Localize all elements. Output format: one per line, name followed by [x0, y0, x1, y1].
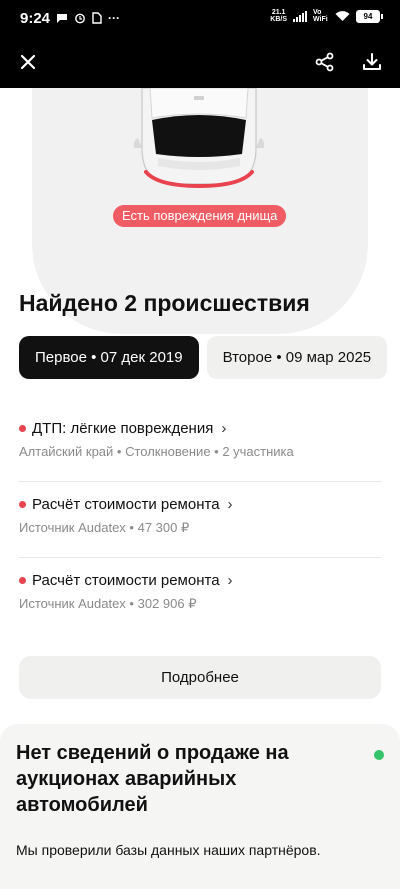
close-icon — [20, 54, 36, 70]
vowifi-label: Vo WiFi — [313, 9, 328, 23]
close-button[interactable] — [14, 48, 42, 76]
share-icon — [315, 52, 334, 72]
tab-date: 09 мар 2025 — [285, 349, 372, 366]
notification-icons: ··· — [56, 11, 120, 25]
tab-date: 07 дек 2019 — [100, 349, 183, 366]
share-button[interactable] — [311, 48, 339, 76]
auction-card-title: Нет сведений о продаже на аукционах авар… — [16, 742, 289, 816]
net-speed-value: 21.1 — [271, 9, 286, 16]
divider — [19, 557, 381, 558]
incident-title: Расчёт стоимости ремонта — [32, 572, 220, 589]
status-time: 9:24 — [20, 10, 51, 27]
document-icon — [92, 12, 102, 24]
battery-level: 94 — [363, 11, 373, 21]
tab-separator: • — [276, 349, 286, 366]
download-icon — [363, 53, 381, 70]
chevron-right-icon: › — [221, 420, 227, 437]
message-icon — [57, 14, 67, 23]
alarm-icon — [75, 13, 85, 24]
incident-item-repair-estimate-1[interactable]: Расчёт стоимости ремонта › Источник Auda… — [19, 496, 381, 536]
app-bar — [0, 36, 400, 88]
red-dot-icon — [19, 501, 26, 508]
signal-icon — [293, 10, 307, 22]
report-content[interactable]: Есть повреждения днища Найдено 2 происше… — [0, 88, 400, 889]
incident-item-accident[interactable]: ДТП: лёгкие повреждения › Алтайский край… — [19, 420, 381, 459]
incidents-title: Найдено 2 происшествия — [19, 290, 310, 316]
red-dot-icon — [19, 425, 26, 432]
tab-first-incident[interactable]: Первое • 07 дек 2019 — [19, 336, 199, 379]
incident-subtitle: Источник Audatex • 47 300 ₽ — [19, 520, 190, 535]
net-speed-unit: KB/S — [270, 16, 287, 23]
tab-label: Первое — [35, 349, 87, 366]
download-button[interactable] — [358, 48, 386, 76]
status-bar: 9:24 ··· 21.1 KB/S Vo WiFi 94 — [0, 0, 400, 36]
tab-separator: • — [91, 349, 101, 366]
car-top-view-image — [133, 88, 265, 188]
incident-title: Расчёт стоимости ремонта — [32, 496, 220, 513]
incident-title: ДТП: лёгкие повреждения — [32, 420, 214, 437]
divider — [19, 481, 381, 482]
incident-item-repair-estimate-2[interactable]: Расчёт стоимости ремонта › Источник Auda… — [19, 572, 381, 612]
red-dot-icon — [19, 577, 26, 584]
battery-icon: 94 — [356, 9, 383, 23]
tab-second-incident[interactable]: Второе • 09 мар 2025 — [206, 336, 388, 379]
net-speed: 21.1 KB/S — [270, 9, 287, 23]
more-dots-icon: ··· — [108, 11, 120, 25]
auction-card-text: Мы проверили базы данных наших партнёров… — [16, 842, 321, 858]
status-ok-dot-icon — [374, 750, 384, 760]
tab-label: Второе — [222, 349, 273, 366]
auction-info-card[interactable]: Нет сведений о продаже на аукционах авар… — [0, 724, 400, 889]
incident-subtitle: Источник Audatex • 302 906 ₽ — [19, 596, 197, 611]
chevron-right-icon: › — [227, 496, 233, 513]
incident-subtitle: Алтайский край • Столкновение • 2 участн… — [19, 444, 294, 459]
incident-tabs: Первое • 07 дек 2019 Второе • 09 мар 202… — [19, 336, 388, 379]
chevron-right-icon: › — [227, 572, 233, 589]
wifi-icon — [335, 11, 350, 21]
more-details-button[interactable]: Подробнее — [19, 656, 381, 699]
damage-badge: Есть повреждения днища — [113, 205, 287, 227]
